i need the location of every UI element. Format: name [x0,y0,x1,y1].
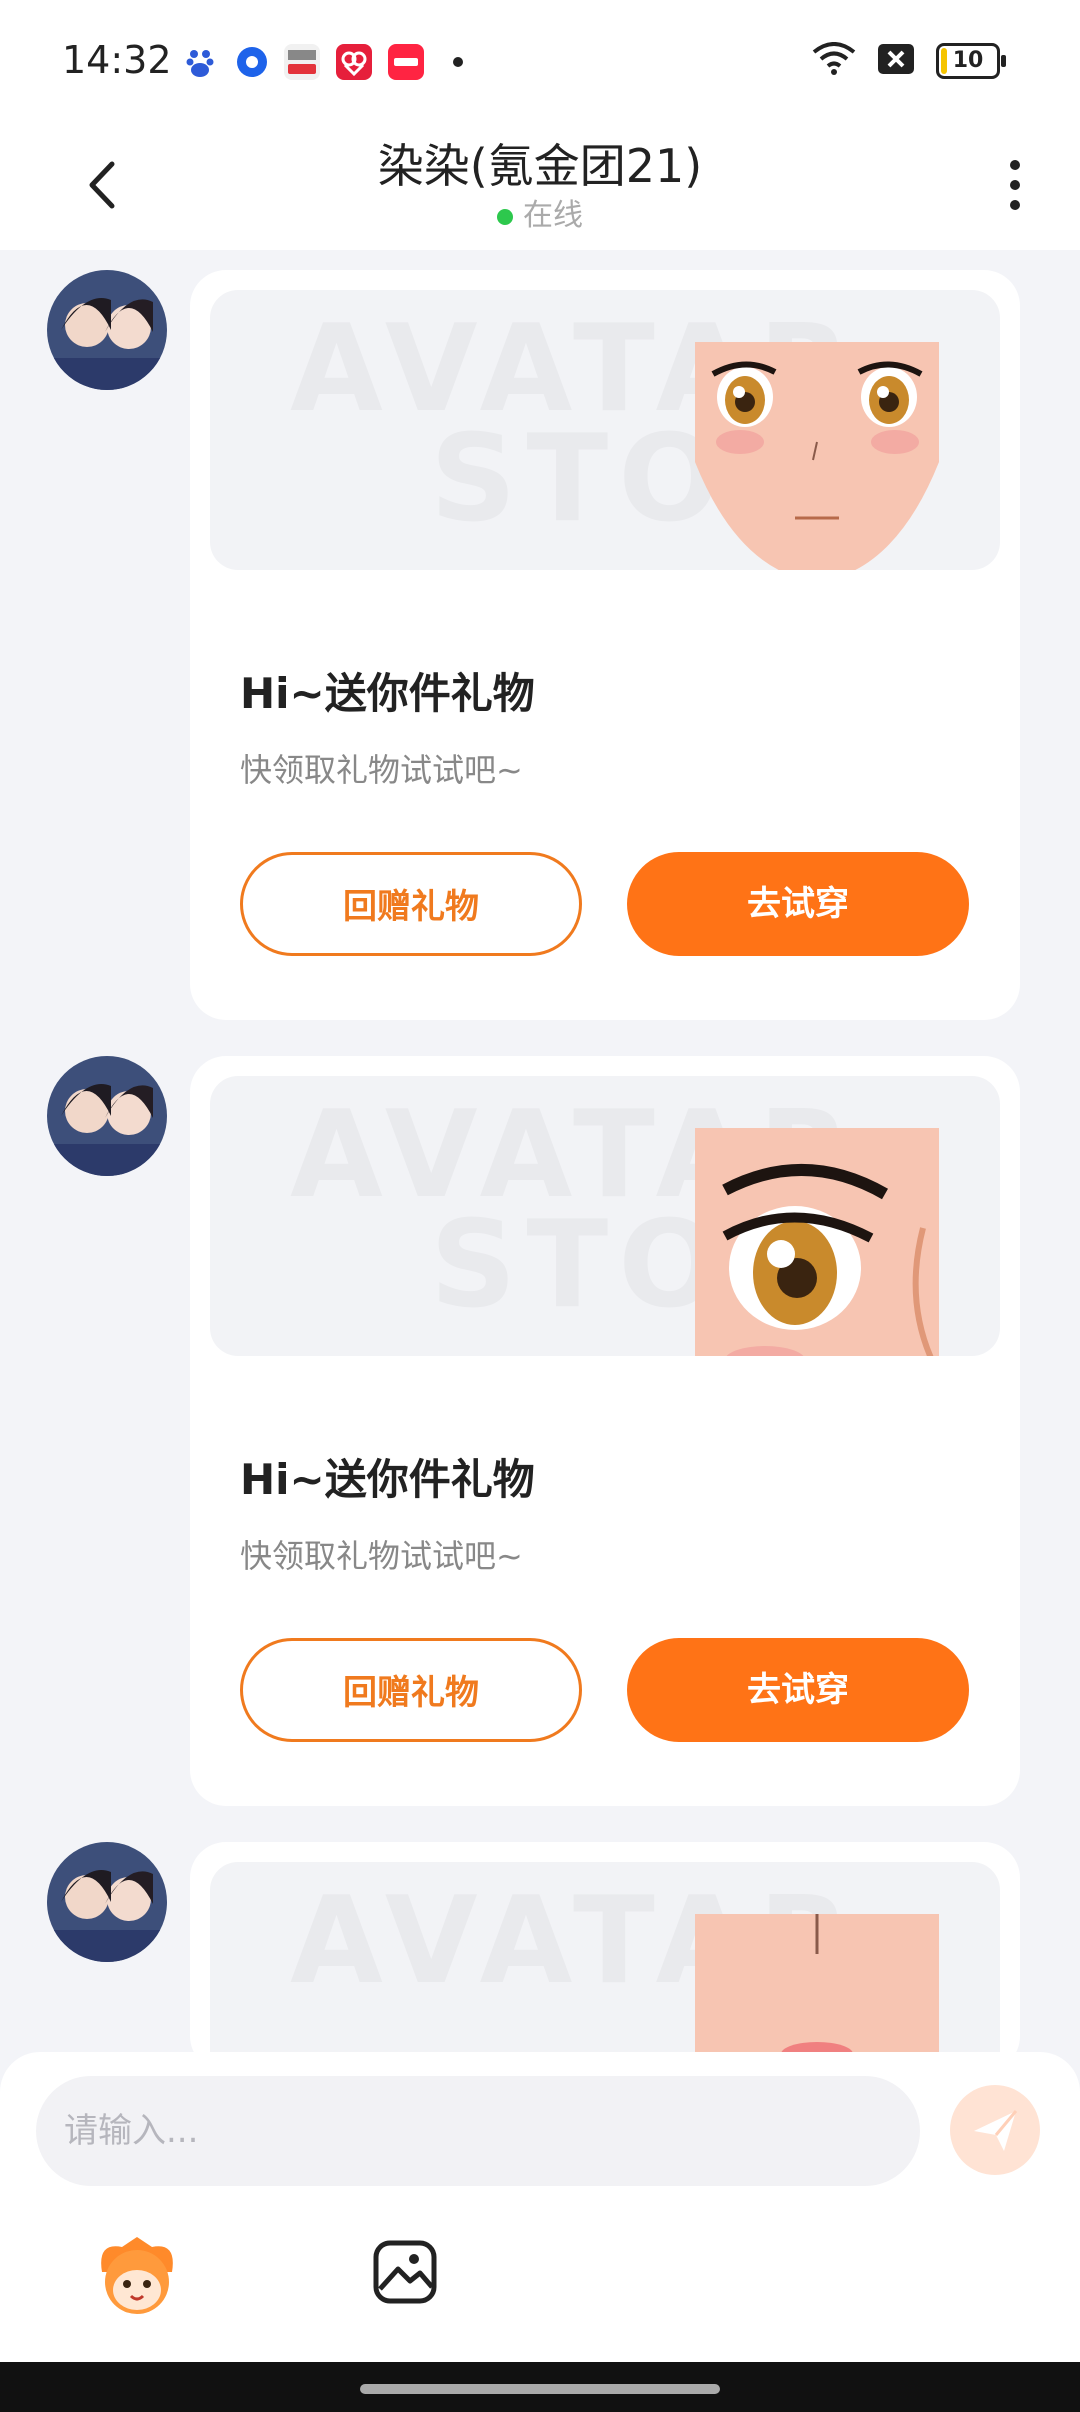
no-sim-icon [878,44,914,78]
return-gift-button[interactable]: 回赠礼物 [240,1638,582,1742]
image-picker-button[interactable] [370,2237,440,2307]
input-bar: 请输入... [0,2052,1080,2362]
avatar[interactable] [47,1056,167,1176]
send-button[interactable] [950,2085,1040,2175]
anime-face-image [695,342,939,570]
status-bar: 14:32 10 [0,0,1080,120]
try-on-button[interactable]: 去试穿 [627,1638,969,1742]
anime-eye-image [695,1128,939,1356]
emoji-mascot-button[interactable] [92,2232,182,2322]
system-nav-bar [0,2362,1080,2412]
wifi-icon [812,42,856,80]
online-status-label: 在线 [523,198,583,233]
xiaohongshu-icon [388,44,424,80]
gift-image: AVATAR STORE [210,290,1000,570]
more-button[interactable] [990,150,1040,220]
browser-icon [234,44,270,80]
home-gesture-bar[interactable] [360,2384,720,2394]
status-time: 14:32 [62,38,172,82]
gift-subtitle: 快领取礼物试试吧~ [240,1537,523,1575]
gift-image: AVATAR STORE [210,1076,1000,1356]
avatar[interactable] [47,1842,167,1962]
gift-title: Hi~送你件礼物 [240,1455,535,1504]
online-dot-icon [497,208,513,225]
battery-level: 10 [952,48,984,73]
app-red-icon [336,44,372,80]
avatar[interactable] [47,270,167,390]
gift-card: AVATAR STORE Hi~送你件礼物 快领取礼物试试吧~ 回赠礼物 去试穿 [190,270,1020,1020]
chat-title: 染染(氪金团21) [377,139,703,193]
gift-card: AVATAR [190,1842,1020,2142]
gift-subtitle: 快领取礼物试试吧~ [240,751,523,789]
baidu-icon [182,44,218,80]
more-vertical-icon [1010,160,1020,210]
image-icon [373,2240,437,2304]
online-status: 在线 [0,190,1080,234]
battery-icon: 10 [936,43,1006,79]
message-input[interactable]: 请输入... [36,2076,920,2186]
mascot-icon [101,2237,173,2314]
send-icon [974,2110,1018,2151]
try-on-button[interactable]: 去试穿 [627,852,969,956]
return-gift-button[interactable]: 回赠礼物 [240,852,582,956]
gift-title: Hi~送你件礼物 [240,669,535,718]
more-notifications-dot-icon [453,57,463,67]
chat-header: 染染(氪金团21) 在线 [0,120,1080,250]
sohu-video-icon [284,44,320,80]
gift-card: AVATAR STORE Hi~送你件礼物 快领取礼物试试吧~ 回赠礼物 去试穿 [190,1056,1020,1806]
